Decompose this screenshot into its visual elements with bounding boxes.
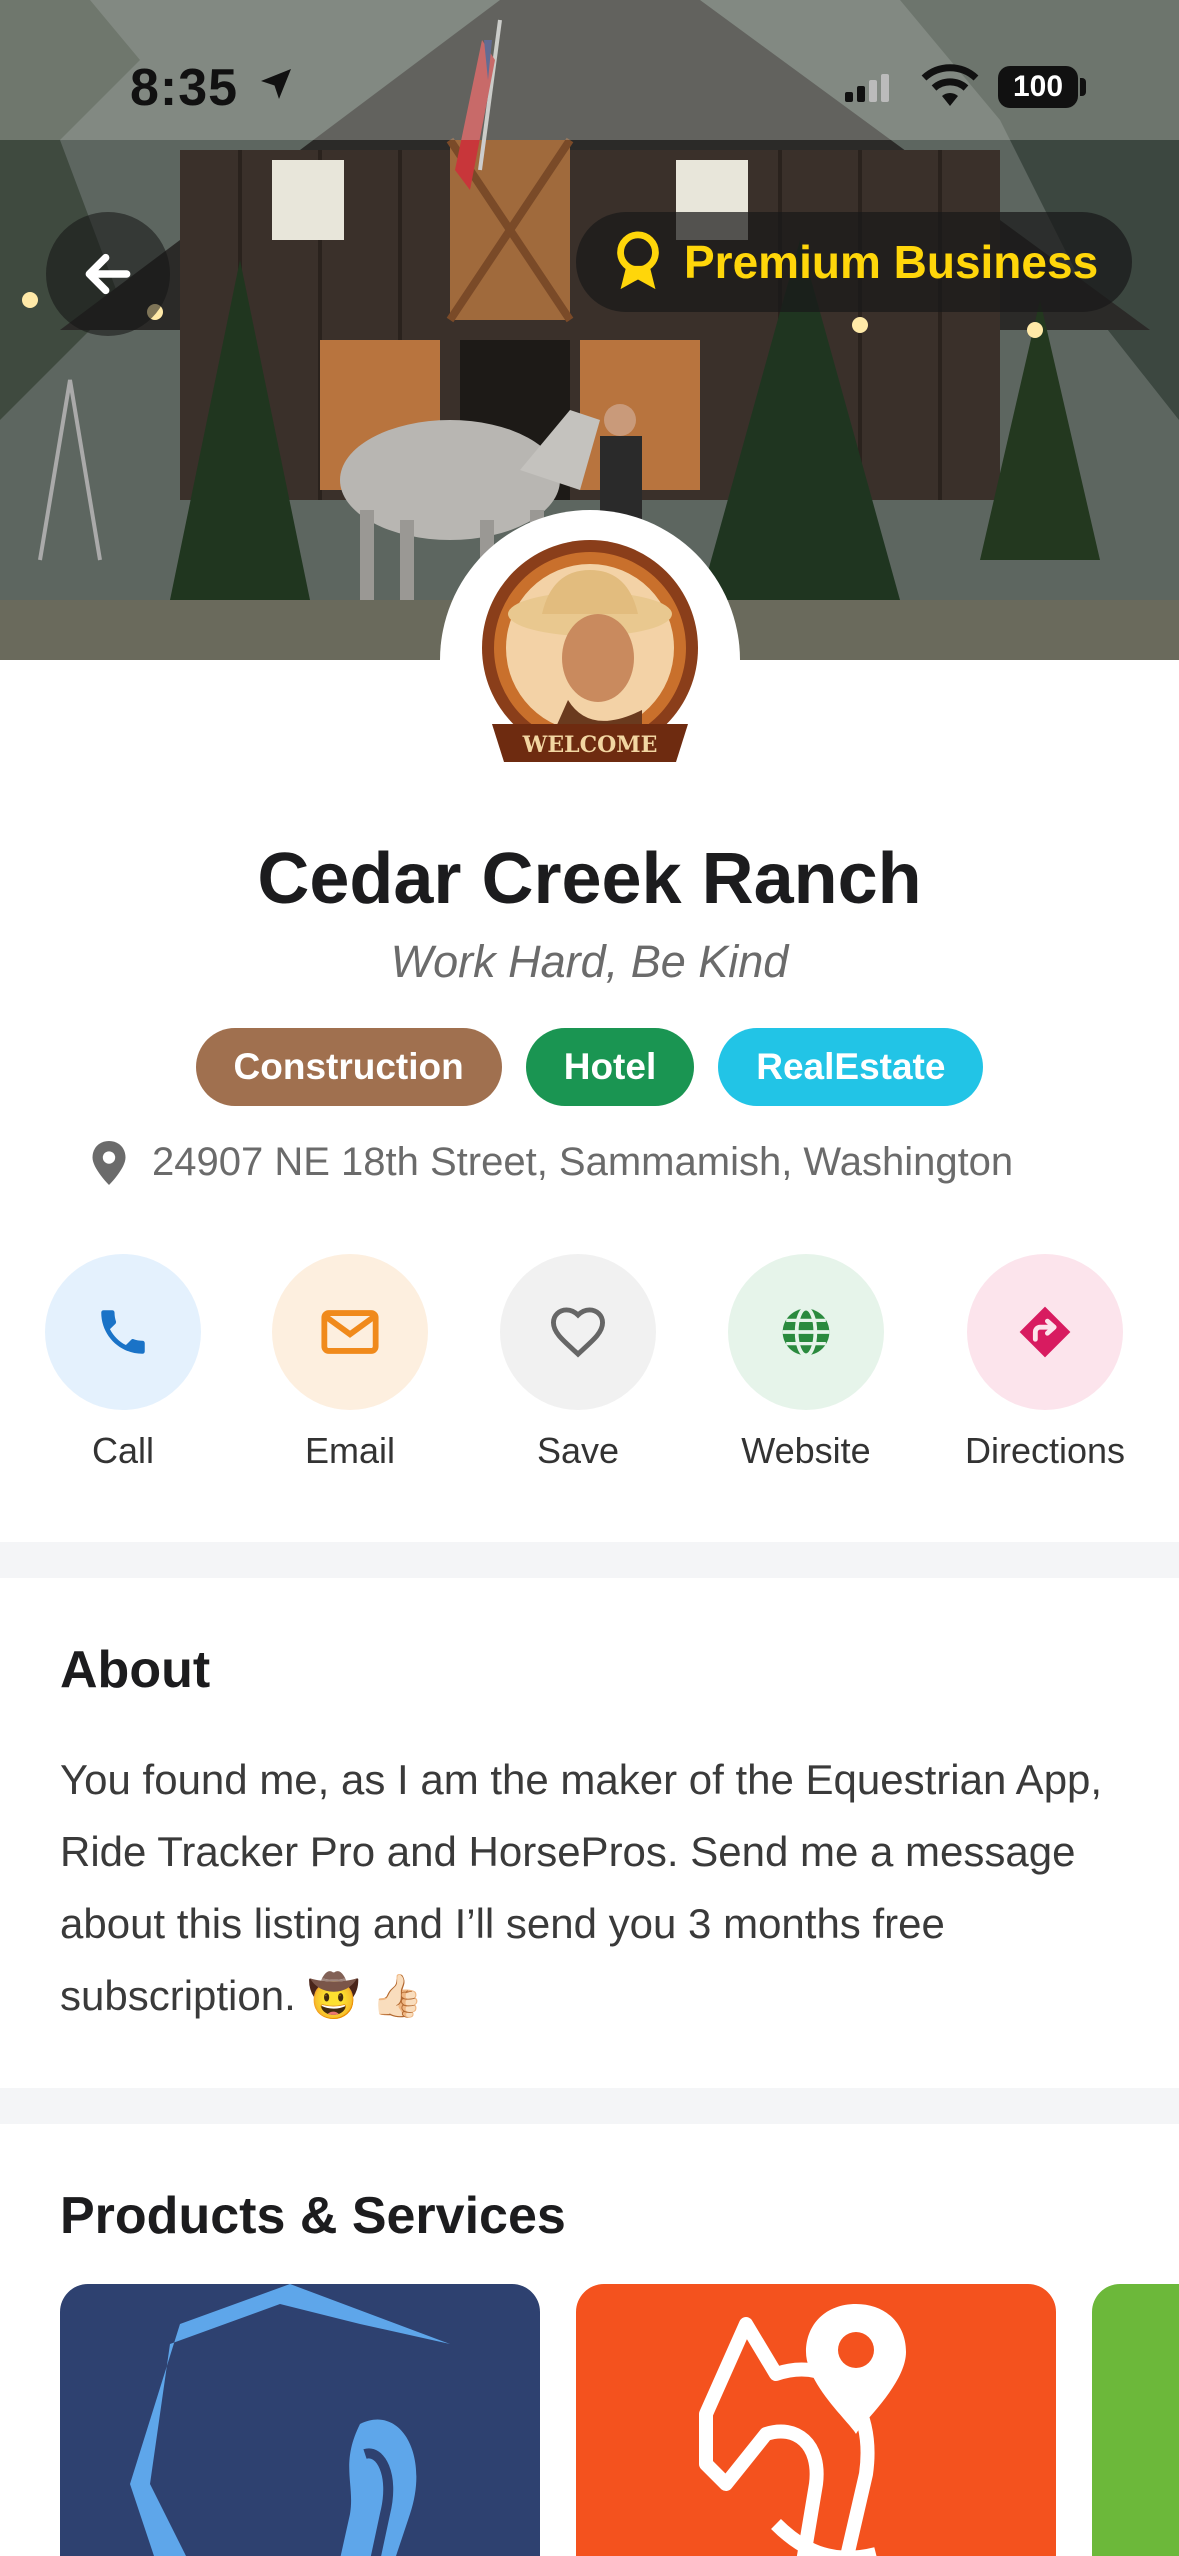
section-divider: [0, 1542, 1179, 1578]
save-action[interactable]: Save: [483, 1254, 673, 1472]
horse-location-app-icon: [699, 2304, 906, 2556]
call-button[interactable]: [45, 1254, 201, 1410]
save-label: Save: [536, 1430, 620, 1471]
save-button[interactable]: [500, 1254, 656, 1410]
product-card-third[interactable]: [1092, 2284, 1179, 2556]
directions-button[interactable]: [967, 1254, 1123, 1410]
phone-icon: [101, 1310, 145, 1354]
premium-badge-label: Premium Business: [684, 236, 1099, 288]
cellular-signal-icon: [845, 74, 889, 102]
website-button[interactable]: [728, 1254, 884, 1410]
business-tagline: Work Hard, Be Kind: [390, 936, 789, 987]
directions-action[interactable]: Directions: [950, 1254, 1140, 1472]
email-button[interactable]: [272, 1254, 428, 1410]
shield-horse-app-icon: [130, 2284, 450, 2556]
email-action[interactable]: Email: [255, 1254, 445, 1472]
website-action[interactable]: Website: [711, 1254, 901, 1472]
products-heading: Products & Services: [60, 2187, 566, 2245]
award-ribbon-icon: [617, 231, 659, 290]
tag-construction[interactable]: Construction: [195, 1028, 502, 1106]
globe-icon: [782, 1306, 830, 1358]
directions-label: Directions: [964, 1430, 1126, 1471]
wifi-icon: [921, 64, 979, 106]
business-name: Cedar Creek Ranch: [257, 839, 922, 919]
status-time: 8:35: [130, 59, 239, 117]
status-bar: 8:35 100: [0, 0, 1179, 170]
call-label: Call: [91, 1430, 154, 1471]
product-card-ride-tracker[interactable]: [576, 2284, 1056, 2556]
product-card-horsepros[interactable]: [60, 2284, 540, 2556]
category-tags: Construction Hotel RealEstate: [0, 1028, 1179, 1106]
battery-indicator: 100: [998, 66, 1078, 108]
business-avatar[interactable]: WELCOME: [472, 540, 708, 776]
back-button[interactable]: [46, 212, 170, 336]
directions-icon: [1019, 1306, 1071, 1358]
quick-actions: Call Email Save Website Directions: [0, 1254, 1179, 1494]
map-pin-icon: [92, 1140, 126, 1185]
tag-hotel[interactable]: Hotel: [525, 1028, 695, 1106]
premium-business-badge: Premium Business: [576, 212, 1132, 312]
website-label: Website: [741, 1430, 871, 1471]
avatar-banner-text: WELCOME: [522, 732, 658, 758]
section-divider: [0, 2088, 1179, 2124]
tag-realestate[interactable]: RealEstate: [718, 1028, 984, 1106]
products-carousel[interactable]: [0, 2284, 1179, 2556]
about-heading: About: [60, 1641, 211, 1699]
address-text: 24907 NE 18th Street, Sammamish, Washing…: [152, 1140, 1014, 1184]
location-arrow-icon: [261, 69, 291, 99]
arrow-left-icon: [85, 253, 131, 295]
about-text: You found me, as I am the maker of the E…: [60, 1756, 1103, 2019]
call-action[interactable]: Call: [28, 1254, 218, 1472]
email-label: Email: [304, 1430, 396, 1471]
battery-tip: [1080, 78, 1086, 96]
heart-icon: [550, 1307, 606, 1358]
address-row[interactable]: 24907 NE 18th Street, Sammamish, Washing…: [92, 1140, 1013, 1185]
mail-icon: [321, 1310, 379, 1354]
